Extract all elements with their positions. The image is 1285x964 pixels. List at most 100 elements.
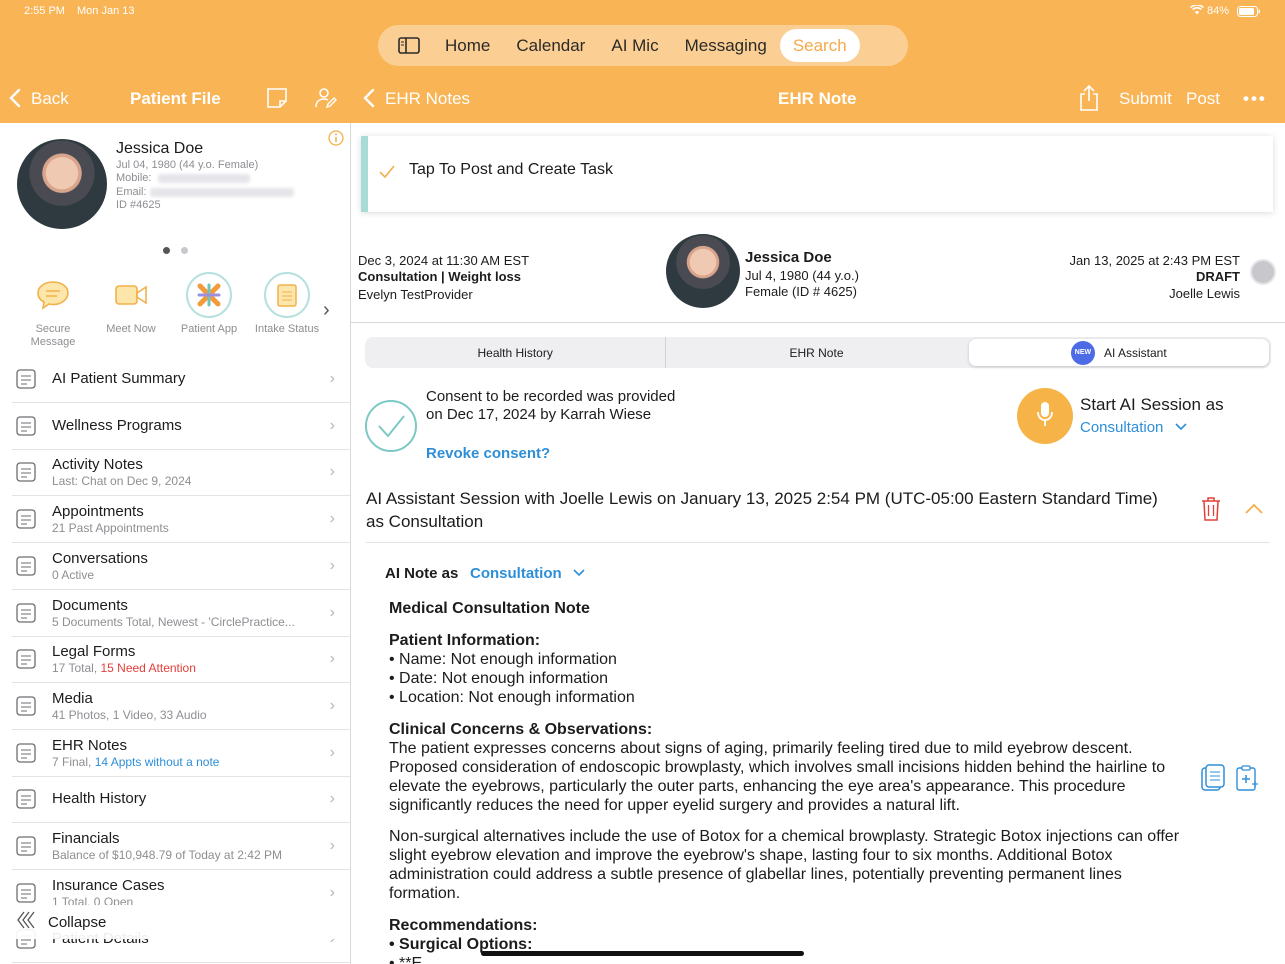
user-edit-icon[interactable] <box>314 86 338 115</box>
info-icon[interactable] <box>328 130 344 151</box>
new-badge: NEW <box>1070 340 1095 365</box>
sidebar-item-label: Financials <box>52 829 120 847</box>
page-dot[interactable] <box>181 247 188 254</box>
meet-now-action[interactable]: Meet Now <box>91 272 171 336</box>
video-camera-icon <box>108 272 154 318</box>
tab-ehr-note[interactable]: EHR Note <box>665 337 966 368</box>
sidebar-item-link[interactable]: 14 Appts without a note <box>95 755 220 769</box>
back-chevron-icon[interactable] <box>8 88 22 113</box>
share-icon[interactable] <box>1078 84 1100 117</box>
patient-dob: Jul 04, 1980 (44 y.o. Female) <box>116 159 259 171</box>
sidebar-item-legal-forms[interactable]: Legal Forms 17 Total, 15 Need Attention › <box>12 636 350 683</box>
sidebar-item-subtitle: 17 Total, 15 Need Attention <box>52 661 350 676</box>
note-created-datetime: Jan 13, 2025 at 2:43 PM EST <box>1069 253 1240 268</box>
more-options-icon[interactable]: ••• <box>1243 89 1267 109</box>
post-button[interactable]: Post <box>1186 89 1220 109</box>
sidebar-item-label: Insurance Cases <box>52 876 165 894</box>
task-banner[interactable]: Tap To Post and Create Task <box>361 136 1273 212</box>
start-ai-session-button[interactable] <box>1017 388 1073 444</box>
sidebar-item-media[interactable]: Media 41 Photos, 1 Video, 33 Audio › <box>12 683 350 730</box>
submit-button[interactable]: Submit <box>1119 89 1172 109</box>
nav-search[interactable]: Search <box>779 29 860 62</box>
nav-ai-mic[interactable]: AI Mic <box>598 29 671 62</box>
note-icon[interactable] <box>266 87 288 114</box>
sidebar-item-sub-text: 7 Final, <box>52 754 95 769</box>
sidebar-item-sub-text: 21 Past Appointments <box>52 520 169 535</box>
sidebar-toggle-icon[interactable] <box>382 29 432 62</box>
patient-info-item: • Location: Not enough information <box>389 689 635 706</box>
sidebar-item-label: AI Patient Summary <box>52 370 186 387</box>
sidebar-item-label: Legal Forms <box>52 642 136 660</box>
copy-note-icon[interactable] <box>1200 763 1226 798</box>
top-bar: 2:55 PM Mon Jan 13 84% Home Calendar AI … <box>0 0 1285 123</box>
chevron-right-icon: › <box>329 837 335 854</box>
session-type-dropdown[interactable]: Consultation <box>1080 419 1188 436</box>
chevron-up-icon[interactable] <box>1244 502 1264 520</box>
sidebar-item-ehr-notes[interactable]: EHR Notes 7 Final, 14 Appts without a not… <box>12 730 350 777</box>
intake-status-action[interactable]: Intake Status <box>247 272 327 336</box>
back-button[interactable]: Back <box>31 89 69 109</box>
secure-message-action[interactable]: Secure Message <box>13 272 93 349</box>
sidebar-item-wellness-programs[interactable]: Wellness Programs › <box>12 403 350 450</box>
note-patient-name: Jessica Doe <box>745 249 832 266</box>
sidebar-item-label: Wellness Programs <box>52 417 182 434</box>
consent-check-icon <box>364 399 418 458</box>
wifi-icon <box>1190 4 1204 18</box>
health-history-icon <box>12 785 40 813</box>
patient-email-label: Email: <box>116 186 147 198</box>
patient-info-item: • Date: Not enough information <box>389 670 609 687</box>
notes-icon <box>12 458 40 486</box>
ehr-back-chevron-icon[interactable] <box>362 88 376 113</box>
status-time: 2:55 PM <box>24 5 65 17</box>
add-to-note-icon[interactable] <box>1234 764 1260 799</box>
ehr-notes-back-button[interactable]: EHR Notes <box>385 89 470 109</box>
quick-actions-next-icon[interactable]: › <box>323 299 330 322</box>
concerns-paragraph: The patient expresses concerns about sig… <box>389 740 1166 814</box>
nav-home[interactable]: Home <box>432 29 503 62</box>
sidebar-item-label: Documents <box>52 596 128 614</box>
patient-file-panel: Jessica Doe Jul 04, 1980 (44 y.o. Female… <box>0 123 351 964</box>
sidebar-item-label: Media <box>52 689 93 707</box>
appointment-type: Consultation | Weight loss <box>358 269 522 284</box>
battery-percent: 84% <box>1207 5 1230 17</box>
note-status-badge: DRAFT <box>1195 269 1240 284</box>
sidebar-item-ai-patient-summary[interactable]: AI Patient Summary › <box>12 356 350 403</box>
alternatives-paragraph: Non-surgical alternatives include the us… <box>389 828 1180 902</box>
tab-ai-assistant[interactable]: NEW AI Assistant <box>968 339 1269 366</box>
chevron-right-icon: › <box>329 557 335 574</box>
nav-messaging[interactable]: Messaging <box>672 29 780 62</box>
sidebar-item-subtitle: Last: Chat on Dec 9, 2024 <box>52 474 350 489</box>
calendar-icon <box>12 505 40 533</box>
ai-note-type-dropdown[interactable]: Consultation <box>470 565 586 582</box>
sidebar-item-appointments[interactable]: Appointments 21 Past Appointments › <box>12 496 350 543</box>
chevron-right-icon: › <box>329 790 335 807</box>
start-ai-session-label: Start AI Session as <box>1080 395 1224 414</box>
patient-app-label: Patient App <box>180 323 238 335</box>
chat-bubble-icon <box>30 272 76 318</box>
page-dot-active[interactable] <box>163 247 170 254</box>
sidebar-item-subtitle: 21 Past Appointments <box>52 520 350 536</box>
ehr-note-panel: Tap To Post and Create Task Dec 3, 2024 … <box>351 123 1285 964</box>
patient-name: Jessica Doe <box>116 140 204 157</box>
patient-avatar <box>17 139 107 229</box>
meet-now-label: Meet Now <box>106 323 156 335</box>
tab-health-history[interactable]: Health History <box>365 337 665 368</box>
microphone-icon <box>1036 400 1054 433</box>
sidebar-item-documents[interactable]: Documents 5 Documents Total, Newest - 'Ci… <box>12 590 350 637</box>
clipboard-icon <box>264 272 310 318</box>
ai-note-type-value: Consultation <box>470 565 562 582</box>
revoke-consent-link[interactable]: Revoke consent? <box>426 445 550 462</box>
status-toggle[interactable] <box>1250 259 1276 285</box>
sidebar-item-activity-notes[interactable]: Activity Notes Last: Chat on Dec 9, 2024 › <box>12 449 350 496</box>
ai-note-label: AI Note as <box>385 565 459 582</box>
collapse-button[interactable]: Collapse <box>0 905 350 939</box>
sidebar-item-health-history[interactable]: Health History › <box>12 776 350 823</box>
consent-text: Consent to be recorded was provided on D… <box>426 388 676 423</box>
sidebar-item-financials[interactable]: Financials Balance of $10,948.79 of Today… <box>12 823 350 870</box>
nav-calendar[interactable]: Calendar <box>503 29 598 62</box>
chevron-right-icon: › <box>329 650 335 667</box>
trash-icon[interactable] <box>1200 496 1222 527</box>
sidebar-item-label: Health History <box>52 790 147 807</box>
sidebar-item-conversations[interactable]: Conversations 0 Active › <box>12 543 350 590</box>
patient-app-action[interactable]: Patient App <box>169 272 249 336</box>
